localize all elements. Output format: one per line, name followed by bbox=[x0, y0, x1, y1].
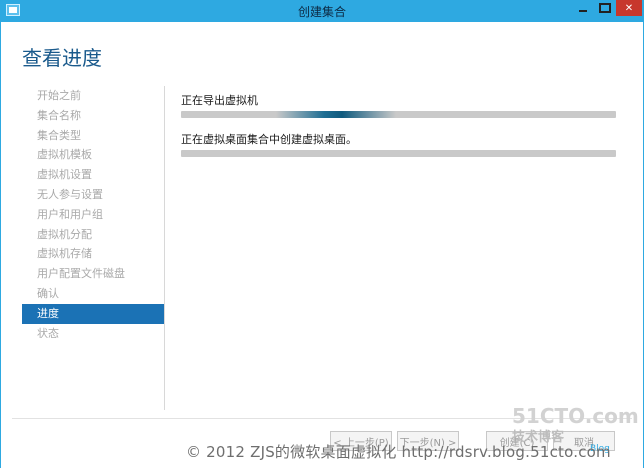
nav-item-confirmation[interactable]: 确认 bbox=[22, 284, 164, 304]
maximize-button[interactable] bbox=[594, 0, 616, 16]
nav-item-collection-name[interactable]: 集合名称 bbox=[22, 106, 164, 126]
minimize-icon bbox=[579, 10, 587, 12]
progress-marquee bbox=[276, 111, 396, 118]
nav-item-vm-storage[interactable]: 虚拟机存储 bbox=[22, 244, 164, 264]
nav-item-user-profile-disks[interactable]: 用户配置文件磁盘 bbox=[22, 264, 164, 284]
minimize-button[interactable] bbox=[572, 0, 594, 16]
maximize-icon bbox=[599, 3, 611, 13]
nav-item-before-you-begin[interactable]: 开始之前 bbox=[22, 86, 164, 106]
progress-bar-export-vm bbox=[181, 111, 616, 118]
progress-bar-create-desktops bbox=[181, 150, 616, 157]
task-label-export-vm: 正在导出虚拟机 bbox=[181, 94, 258, 107]
task-label-create-desktops: 正在虚拟桌面集合中创建虚拟桌面。 bbox=[181, 133, 357, 146]
nav-item-vm-allocation[interactable]: 虚拟机分配 bbox=[22, 225, 164, 245]
title-bar: 创建集合 ✕ bbox=[0, 0, 644, 22]
nav-item-unattended-settings[interactable]: 无人参与设置 bbox=[22, 185, 164, 205]
nav-item-progress[interactable]: 进度 bbox=[22, 303, 164, 324]
close-button[interactable]: ✕ bbox=[616, 0, 642, 16]
watermark-text: © 2012 ZJS的微软桌面虚拟化 http://rdsrv.blog.51c… bbox=[186, 443, 611, 461]
window-title: 创建集合 bbox=[297, 5, 346, 19]
nav-item-vm-template[interactable]: 虚拟机模板 bbox=[22, 145, 164, 165]
nav-divider bbox=[164, 86, 165, 410]
nav-item-vm-settings[interactable]: 虚拟机设置 bbox=[22, 165, 164, 185]
nav-item-users-groups[interactable]: 用户和用户组 bbox=[22, 205, 164, 225]
close-icon: ✕ bbox=[624, 2, 634, 14]
page-title: 查看进度 bbox=[22, 46, 102, 70]
nav-item-collection-type[interactable]: 集合类型 bbox=[22, 126, 164, 146]
watermark-logo: 51CTO.com bbox=[512, 404, 639, 428]
nav-item-status[interactable]: 状态 bbox=[22, 324, 164, 344]
wizard-nav: 开始之前 集合名称 集合类型 虚拟机模板 虚拟机设置 无人参与设置 用户和用户组… bbox=[22, 86, 164, 343]
